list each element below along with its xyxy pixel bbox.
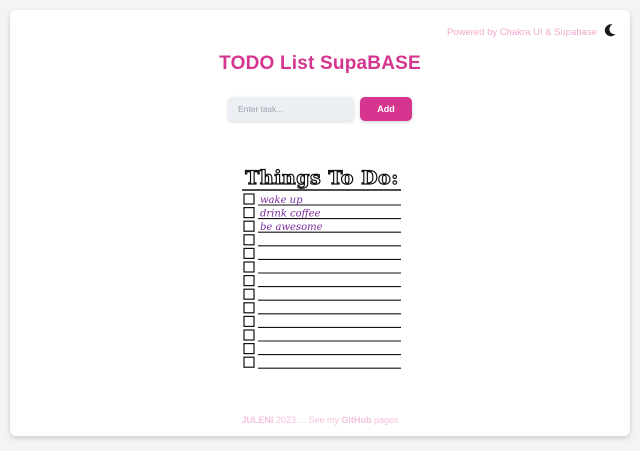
todo-checkbox[interactable] [243,274,255,287]
todo-checkbox[interactable] [243,329,255,341]
todo-checkbox[interactable] [243,288,255,300]
todo-item-text: drink coffee [260,209,321,220]
todo-checkbox[interactable] [243,247,255,260]
todo-rows: wake up drink coffee be awesome [243,193,401,369]
todo-checkbox[interactable] [243,261,255,273]
page-title: TODO List SupaBASE [219,53,421,74]
todo-checkbox[interactable] [243,206,255,219]
add-task-button[interactable]: Add [360,97,412,121]
footer-text: 2023 ... See my [275,415,339,425]
footer: JULENI 2023 ... See my GitHub pages [0,415,640,425]
todo-checkbox[interactable] [243,193,255,205]
footer-github-link[interactable]: GitHub [342,415,372,425]
moon-icon[interactable] [603,23,617,37]
todo-heading: Things To Do: [245,167,399,189]
todo-checkbox[interactable] [243,356,255,368]
todo-checkbox[interactable] [243,315,255,327]
todo-checkbox[interactable] [243,302,255,314]
todo-checkbox[interactable] [243,234,255,246]
footer-suffix: pages [374,415,399,425]
todo-list-image: Things To Do: wake up drink coffee be awes… [242,166,401,369]
todo-item-text: wake up [260,195,303,206]
todo-checkbox[interactable] [243,220,255,232]
todo-item-text: be awesome [260,222,323,233]
footer-author: JULENI [241,415,274,425]
powered-by-text: Powered by Chakra UI & Supabase [447,27,597,38]
task-input[interactable] [228,97,354,121]
todo-checkbox[interactable] [243,343,255,355]
